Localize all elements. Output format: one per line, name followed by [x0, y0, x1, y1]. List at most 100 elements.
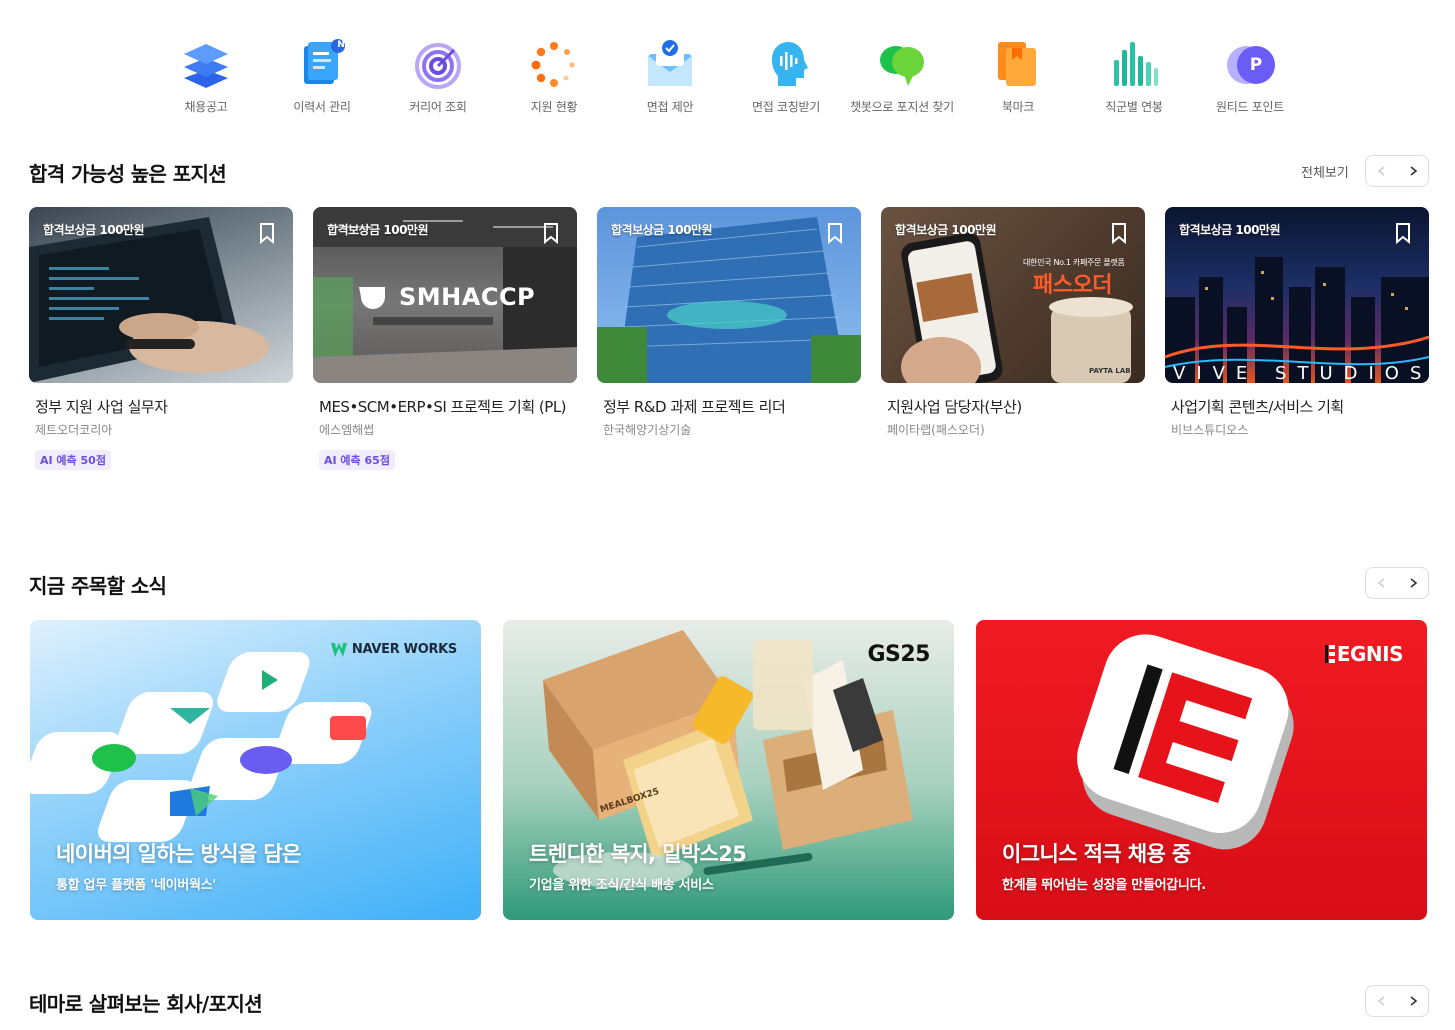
position-thumbnail: SMHACCP 합격보상금 100만원 — [313, 207, 577, 383]
menu-item-chatbot[interactable]: 챗봇으로 포지션 찾기 — [844, 36, 960, 126]
company-name: 한국해양기상기술 — [603, 423, 692, 437]
position-thumbnail: 합격보상금 100만원 — [29, 207, 293, 383]
bookmark-icon[interactable] — [1107, 221, 1131, 245]
banner-title: 네이버의 일하는 방식을 담은 — [56, 842, 301, 866]
menu-label: 직군별 연봉 — [1105, 100, 1163, 114]
banner-subtitle: 기업을 위한 조식/간식 배송 서비스 — [529, 878, 714, 893]
company-name: 비브스튜디오스 — [1171, 423, 1249, 437]
company-name: 페이타랩(패스오더) — [887, 423, 985, 437]
banner-logo: NAVER WORKS — [330, 642, 457, 657]
position-thumbnail: 대한민국 No.1 카페주문 플랫폼 패스오더 PAYTA LAB. 합격보상금… — [881, 207, 1145, 383]
section-title-theme: 테마로 살펴보는 회사/포지션 — [29, 992, 263, 1016]
banner-logo: EGNIS — [1324, 642, 1404, 666]
next-button[interactable] — [1397, 568, 1428, 598]
banner-subtitle: 한계를 뛰어넘는 성장을 만들어갑니다. — [1002, 878, 1206, 893]
positions-pager — [1365, 155, 1429, 187]
menu-label: 이력서 관리 — [293, 100, 351, 114]
chevron-left-icon — [1377, 578, 1384, 588]
bookmark-icon[interactable] — [539, 221, 563, 245]
ai-score-badge: AI 예측 65점 — [319, 450, 395, 470]
menu-item-career[interactable]: 커리어 조회 — [380, 36, 496, 126]
layers-icon — [178, 36, 234, 92]
menu-item-interview-coaching[interactable]: 면접 코칭받기 — [728, 36, 844, 126]
menu-label: 채용공고 — [184, 100, 228, 114]
position-card[interactable]: VIVE STUDIOS 합격보상금 100만원 사업기획 콘텐츠/서비스 기획… — [1165, 207, 1429, 470]
theme-pager — [1365, 985, 1429, 1017]
shortcut-menu: 채용공고 N 이력서 관리 커리어 조회 지원 현황 면접 제안 면접 코칭받기… — [148, 36, 1308, 126]
section-title-news: 지금 주목할 소식 — [29, 574, 167, 598]
ai-score-badge: AI 예측 50점 — [35, 450, 111, 470]
position-card[interactable]: 합격보상금 100만원 정부 R&D 과제 프로젝트 리더 한국해양기상기술 — [597, 207, 861, 470]
resume-icon: N — [294, 36, 350, 92]
prev-button[interactable] — [1366, 156, 1397, 186]
news-pager — [1365, 567, 1429, 599]
position-title: MES•SCM•ERP•SI 프로젝트 기획 (PL) — [319, 398, 567, 416]
reward-label: 합격보상금 100만원 — [895, 223, 997, 237]
reward-label: 합격보상금 100만원 — [1179, 223, 1281, 237]
chat-bubble-icon — [874, 36, 930, 92]
banner-logo-text: NAVER WORKS — [351, 642, 457, 657]
banner-title: 이그니스 적극 채용 중 — [1002, 842, 1191, 866]
news-banner[interactable]: MEALBOX25 GS25 트렌디한 복지, 밀박스25 기업을 위한 조식/… — [503, 620, 954, 920]
menu-label: 커리어 조회 — [409, 100, 467, 114]
news-banner[interactable]: EGNIS 이그니스 적극 채용 중 한계를 뛰어넘는 성장을 만들어갑니다. — [976, 620, 1427, 920]
position-title: 정부 지원 사업 실무자 — [35, 398, 168, 416]
chevron-right-icon — [1410, 996, 1417, 1006]
news-banner[interactable]: NAVER WORKS 네이버의 일하는 방식을 담은 통합 업무 플랫폼 '네… — [30, 620, 481, 920]
position-thumbnail: 합격보상금 100만원 — [597, 207, 861, 383]
next-button[interactable] — [1397, 986, 1428, 1016]
menu-item-jobs[interactable]: 채용공고 — [148, 36, 264, 126]
chevron-right-icon — [1410, 166, 1417, 176]
new-badge: N — [337, 40, 345, 50]
menu-item-bookmark[interactable]: 북마크 — [960, 36, 1076, 126]
menu-label: 원티드 포인트 — [1216, 100, 1284, 114]
menu-label: 챗봇으로 포지션 찾기 — [850, 100, 954, 114]
bar-chart-icon — [1106, 36, 1162, 92]
menu-item-salary[interactable]: 직군별 연봉 — [1076, 36, 1192, 126]
position-card-list: 합격보상금 100만원 정부 지원 사업 실무자 제트오더코리아 AI 예측 5… — [29, 207, 1429, 470]
company-name: 제트오더코리아 — [35, 423, 113, 437]
menu-item-points[interactable]: P 원티드 포인트 — [1192, 36, 1308, 126]
banner-title: 트렌디한 복지, 밀박스25 — [529, 842, 747, 866]
bookmark-icon[interactable] — [823, 221, 847, 245]
position-card[interactable]: 합격보상금 100만원 정부 지원 사업 실무자 제트오더코리아 AI 예측 5… — [29, 207, 293, 470]
thumbnail-brand-text: 패스오더 — [1033, 273, 1112, 298]
reward-label: 합격보상금 100만원 — [611, 223, 713, 237]
reward-label: 합격보상금 100만원 — [43, 223, 145, 237]
banner-logo: GS25 — [867, 642, 930, 667]
chevron-right-icon — [1410, 578, 1417, 588]
bookmark-icon[interactable] — [255, 221, 279, 245]
position-title: 지원사업 담당자(부산) — [887, 398, 1022, 416]
company-name: 에스엠해썹 — [319, 423, 375, 437]
prev-button[interactable] — [1366, 568, 1397, 598]
position-thumbnail: VIVE STUDIOS 합격보상금 100만원 — [1165, 207, 1429, 383]
position-title: 사업기획 콘텐츠/서비스 기획 — [1171, 398, 1344, 416]
next-button[interactable] — [1397, 156, 1428, 186]
voice-head-icon — [758, 36, 814, 92]
egnis-logo-mark — [1324, 645, 1335, 663]
position-card[interactable]: 대한민국 No.1 카페주문 플랫폼 패스오더 PAYTA LAB. 합격보상금… — [881, 207, 1145, 470]
prev-button[interactable] — [1366, 986, 1397, 1016]
thumbnail-tag: PAYTA LAB. — [1089, 367, 1134, 375]
chevron-left-icon — [1377, 166, 1384, 176]
menu-item-interview-offer[interactable]: 면접 제안 — [612, 36, 728, 126]
position-card[interactable]: SMHACCP 합격보상금 100만원 MES•SCM•ERP•SI 프로젝트 … — [313, 207, 577, 470]
banner-logo-text: EGNIS — [1336, 642, 1404, 666]
position-title: 정부 R&D 과제 프로젝트 리더 — [603, 398, 786, 416]
banner-subtitle: 통합 업무 플랫폼 '네이버웍스' — [56, 878, 216, 893]
menu-item-applications[interactable]: 지원 현황 — [496, 36, 612, 126]
see-all-link[interactable]: 전체보기 — [1301, 162, 1349, 181]
menu-label: 면접 제안 — [646, 100, 694, 114]
chevron-left-icon — [1377, 996, 1384, 1006]
thumbnail-brand-text: VIVE STUDIOS — [1173, 363, 1429, 383]
menu-label: 지원 현황 — [530, 100, 578, 114]
thumbnail-brand-text: SMHACCP — [399, 283, 536, 311]
menu-item-resume[interactable]: N 이력서 관리 — [264, 36, 380, 126]
point-coin-icon: P — [1222, 36, 1278, 92]
brand-logo-mark — [359, 287, 385, 309]
bookmark-folder-icon — [990, 36, 1046, 92]
news-banner-list: NAVER WORKS 네이버의 일하는 방식을 담은 통합 업무 플랫폼 '네… — [30, 620, 1427, 920]
naver-works-logo-icon — [330, 642, 347, 657]
menu-label: 북마크 — [1001, 100, 1035, 114]
bookmark-icon[interactable] — [1391, 221, 1415, 245]
